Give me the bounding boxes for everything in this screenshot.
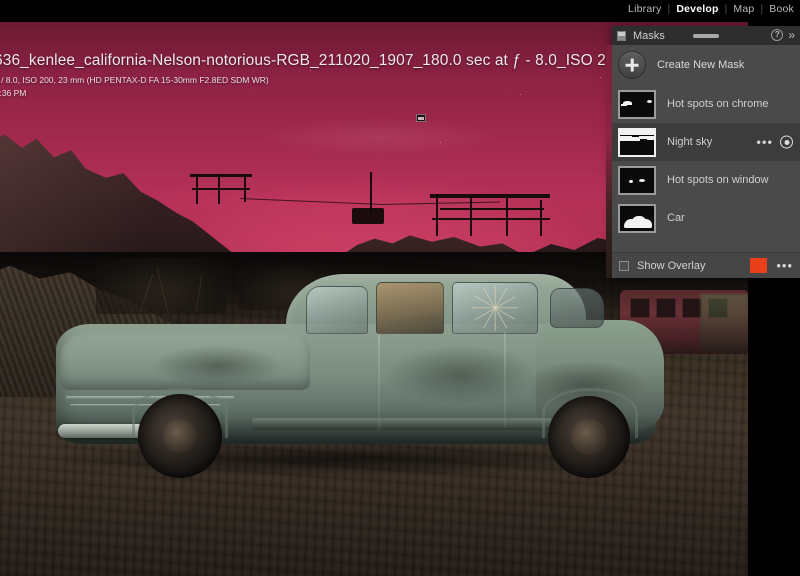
bus-window <box>682 298 702 318</box>
wheel-hub <box>163 419 197 453</box>
lightroom-develop-window: 636_kenlee_california-Nelson-notorious-R… <box>0 0 800 576</box>
chevron-right-icon[interactable]: » <box>788 29 795 41</box>
create-new-mask-button[interactable]: Create New Mask <box>612 45 800 85</box>
mask-row-actions[interactable]: ••• <box>756 136 793 149</box>
mask-list-item[interactable]: Hot spots on window <box>612 161 800 199</box>
more-options-icon[interactable]: ••• <box>756 138 773 146</box>
star <box>310 70 311 71</box>
mill-post <box>506 198 508 236</box>
mask-label: Car <box>667 212 685 224</box>
car-patina <box>152 346 282 386</box>
module-library[interactable]: Library <box>622 3 668 15</box>
show-overlay-row[interactable]: Show Overlay ••• <box>612 252 800 278</box>
mask-thumbnail-chrome-hotspots[interactable] <box>618 90 656 119</box>
door-seam <box>504 332 506 428</box>
masks-panel-title: Masks <box>633 30 665 42</box>
module-book[interactable]: Book <box>763 3 800 15</box>
mask-label: Hot spots on window <box>667 174 769 186</box>
sky-sample-marker[interactable] <box>416 114 426 122</box>
overlay-more-options-icon[interactable]: ••• <box>776 262 793 270</box>
mask-thumbnail-window-hotspots[interactable] <box>618 166 656 195</box>
module-map[interactable]: Map <box>727 3 760 15</box>
bus-window <box>656 298 676 318</box>
star <box>520 94 521 95</box>
shack <box>352 208 384 224</box>
rear-wheel <box>548 396 630 478</box>
crossbeam <box>192 188 250 190</box>
eye-icon[interactable] <box>780 136 793 149</box>
module-develop[interactable]: Develop <box>670 3 724 15</box>
overlay-controls[interactable]: ••• <box>750 258 793 273</box>
wheel-hub <box>571 419 607 455</box>
star <box>120 82 121 83</box>
show-overlay-checkbox[interactable] <box>619 261 629 271</box>
overlay-color-swatch[interactable] <box>750 258 767 273</box>
antenna-pole <box>370 172 372 212</box>
star <box>440 142 441 143</box>
mask-list-item[interactable]: Hot spots on chrome <box>612 85 800 123</box>
car-window-second <box>376 282 444 334</box>
mask-label: Night sky <box>667 136 712 148</box>
car-window-rear-door <box>452 282 538 334</box>
star <box>600 77 601 78</box>
car-patina <box>386 346 536 404</box>
door-seam <box>378 334 380 430</box>
vintage-car <box>56 268 656 468</box>
mask-thumbnail-car[interactable] <box>618 204 656 233</box>
show-overlay-label: Show Overlay <box>637 260 705 272</box>
panel-header-actions[interactable]: ? » <box>771 29 795 41</box>
mill-post <box>436 194 438 236</box>
mill-beam <box>432 218 550 220</box>
plus-icon[interactable] <box>618 51 646 79</box>
mask-label: Hot spots on chrome <box>667 98 769 110</box>
car-window-quarter <box>550 288 604 328</box>
info-icon[interactable]: ? <box>771 29 783 41</box>
mask-list-item[interactable]: Car <box>612 199 800 237</box>
panel-swatch-icon <box>617 31 626 41</box>
mill-beam <box>440 208 544 210</box>
module-picker[interactable]: Library | Develop | Map | Book <box>622 3 800 15</box>
window-crack-pattern <box>455 285 535 331</box>
top-module-bar: Library | Develop | Map | Book <box>0 0 800 22</box>
create-new-mask-label: Create New Mask <box>657 59 744 71</box>
headframe-structure <box>190 174 252 177</box>
masks-panel[interactable]: Masks ? » Create New Mask Hot spots on <box>612 26 800 278</box>
front-wheel <box>138 394 222 478</box>
mill-structure <box>430 194 550 198</box>
car-window-front <box>306 286 368 334</box>
masks-panel-header[interactable]: Masks ? » <box>612 26 800 45</box>
masks-panel-body: Create New Mask Hot spots on chrome <box>612 45 800 278</box>
drag-handle-icon[interactable] <box>693 34 719 38</box>
mask-list-item-selected[interactable]: Night sky ••• <box>612 123 800 161</box>
mask-thumbnail-night-sky[interactable] <box>618 128 656 157</box>
running-board <box>252 418 552 430</box>
sky-cloud <box>260 117 500 157</box>
background-green-panel <box>700 294 748 352</box>
